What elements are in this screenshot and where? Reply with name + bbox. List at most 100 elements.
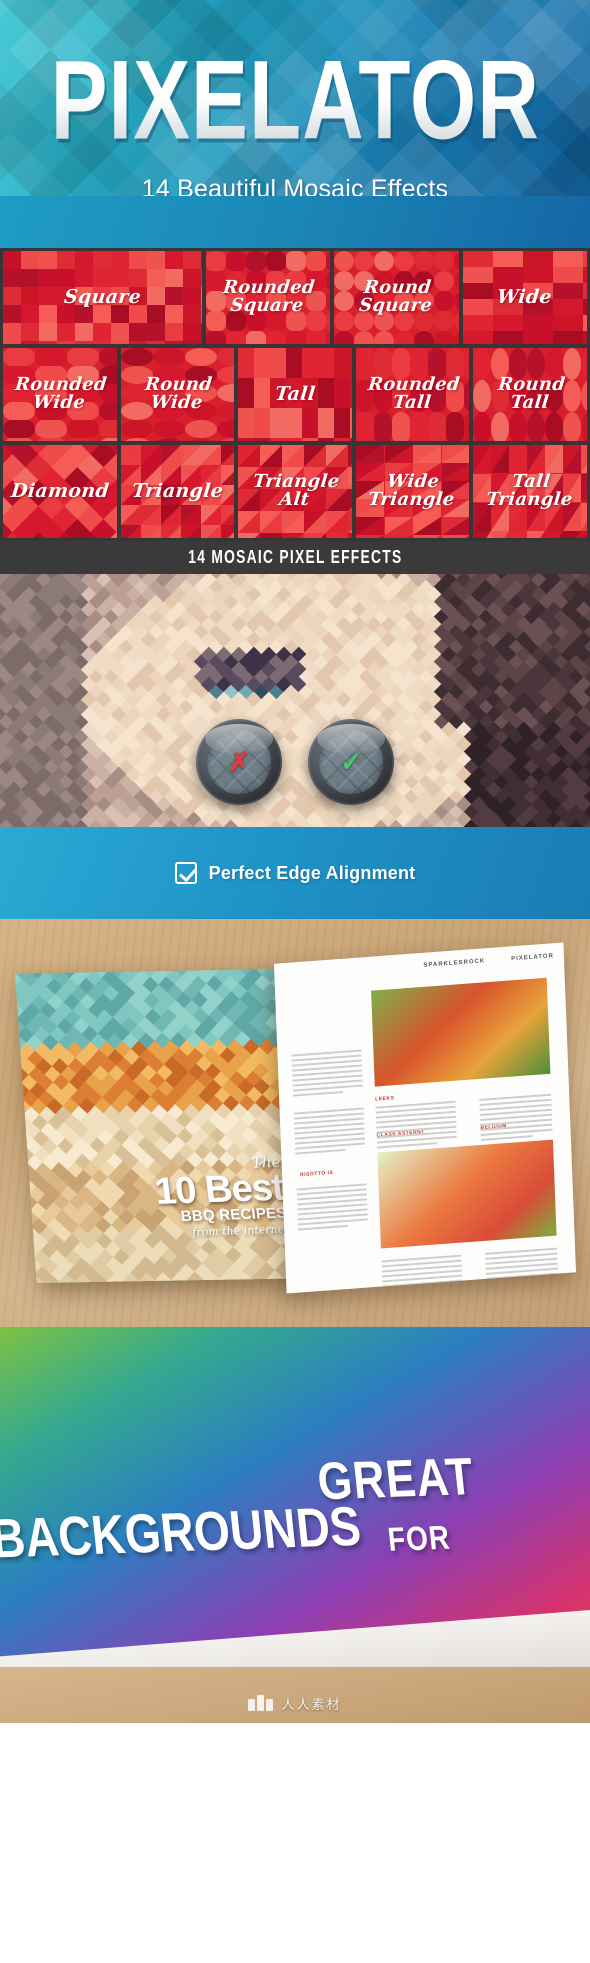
effect-tile-round-wide[interactable]: Round Wide: [120, 348, 235, 441]
mosaic-cell: [522, 251, 553, 267]
mosaic-cell: [354, 251, 375, 271]
backgrounds-mockup: GREAT FOR BACKGROUNDS 人人素材: [0, 1327, 590, 1723]
mosaic-cell: [147, 323, 165, 341]
mosaic-cell: [462, 283, 493, 299]
body-text-line: [295, 1148, 346, 1155]
mosaic-cell: [552, 315, 583, 331]
mosaic-cell: [35, 438, 67, 441]
portrait-preview: ✗ ✓: [0, 574, 590, 827]
magazine-running-head: SPARKLESROCK PIXELATOR: [423, 953, 554, 969]
mosaic-cell: [147, 269, 165, 287]
magnifier-bad[interactable]: ✗: [196, 719, 282, 805]
mosaic-cell: [165, 287, 183, 305]
effect-tile-wide[interactable]: Wide: [462, 251, 588, 344]
mosaic-cell: [3, 341, 21, 344]
check-icon: ✓: [340, 747, 362, 777]
mosaic-cell: [147, 287, 165, 305]
mosaic-cell: [39, 287, 57, 305]
watermark-text: 人人素材: [281, 1697, 342, 1712]
mosaic-cell: [201, 341, 203, 344]
mosaic-cell: [582, 315, 588, 331]
mosaic-cell: [563, 412, 582, 441]
promo-graphic: PIXELATOR 14 Beautiful Mosaic Effects Sq…: [0, 0, 590, 1963]
mosaic-cell: [3, 305, 21, 323]
effect-tile-label: Rounded Tall: [366, 374, 461, 414]
mosaic-cell: [582, 267, 588, 283]
mosaic-cell: [260, 511, 283, 533]
mosaic-cell: [282, 511, 305, 533]
mosaic-cell: [180, 505, 201, 525]
mosaic-cell: [120, 348, 153, 366]
mosaic-cell: [282, 445, 305, 467]
mosaic-cell: [473, 412, 492, 441]
effect-tile-triangle-alt[interactable]: Triangle Alt: [238, 445, 352, 538]
mosaic-cell: [67, 438, 99, 441]
mosaic-cell: [216, 366, 235, 384]
mosaic-cell: [304, 533, 327, 538]
mosaic-cell: [246, 251, 267, 271]
mosaic-cell: [545, 445, 564, 473]
mosaic-cell: [326, 251, 331, 271]
effect-tile-triangle[interactable]: Triangle: [120, 445, 235, 538]
mosaic-cell: [384, 535, 413, 538]
mosaic-cell: [581, 412, 587, 441]
effect-tile-wide-triangle[interactable]: Wide Triangle: [355, 445, 470, 538]
mosaic-cell: [462, 331, 493, 344]
magnifier-good[interactable]: ✓: [308, 719, 394, 805]
effect-tile-round-tall[interactable]: Round Tall: [473, 348, 587, 441]
mosaic-cell: [93, 341, 111, 344]
mosaic-cell: [454, 331, 459, 344]
effect-tile-tall[interactable]: Tall: [238, 348, 352, 441]
header-section: PIXELATOR 14 Beautiful Mosaic Effects: [0, 0, 590, 248]
effects-grid: Square Rounded Square Round Square Wide Rounde…: [0, 248, 590, 541]
mosaic-cell: [270, 408, 287, 438]
mosaic-cell: [445, 412, 464, 441]
mosaic-cell: [552, 331, 583, 344]
effects-grid-row: Square Rounded Square Round Square Wide: [3, 251, 588, 344]
effect-tile-rounded-tall[interactable]: Rounded Tall: [355, 348, 470, 441]
mosaic-cell: [120, 445, 141, 465]
mosaic-cell: [582, 299, 588, 315]
mosaic-cell: [238, 348, 255, 378]
mosaic-cell: [414, 251, 435, 271]
article-kicker-4: RISOTTO IS: [299, 1169, 334, 1179]
mosaic-cell: [3, 420, 35, 438]
body-text-line: [377, 1142, 438, 1149]
mosaic-cell: [334, 251, 355, 271]
mosaic-cell: [334, 348, 351, 378]
mosaic-cell: [140, 525, 161, 538]
effect-tile-label: Diamond: [9, 479, 111, 502]
mosaic-cell: [326, 291, 331, 311]
mosaic-cell: [200, 505, 221, 525]
mosaic-cell: [373, 412, 392, 441]
mosaic-cell: [413, 445, 442, 463]
effect-tile-tall-triangle[interactable]: Tall Triangle: [473, 445, 587, 538]
body-text-line: [293, 1090, 343, 1097]
mosaic-cell: [509, 412, 528, 441]
mosaic-cell: [57, 323, 75, 341]
mosaic-cell: [354, 331, 375, 344]
effect-tile-square[interactable]: Square: [3, 251, 203, 344]
mosaic-cell: [473, 531, 492, 538]
mosaic-cell: [165, 269, 183, 287]
mosaic-cell: [350, 438, 352, 441]
effects-grid-row: Rounded Wide Round Wide Tall Rounded Tall Round…: [3, 348, 587, 441]
effect-tile-rounded-wide[interactable]: Rounded Wide: [3, 348, 117, 441]
effect-tile-diamond[interactable]: Diamond: [3, 445, 117, 538]
header-bottom-strip: [0, 196, 590, 248]
mosaic-cell: [183, 323, 201, 341]
mosaic-cell: [180, 525, 201, 538]
mosaic-cell: [238, 511, 261, 533]
mosaic-cell: [67, 420, 99, 438]
mosaic-cell: [75, 251, 93, 269]
mosaic-cell: [286, 331, 307, 344]
mosaic-cell: [35, 420, 67, 438]
mosaic-cell: [206, 251, 227, 271]
effect-tile-rounded-square[interactable]: Rounded Square: [206, 251, 331, 344]
mosaic-cell: [302, 438, 319, 441]
mosaic-cell: [129, 269, 147, 287]
mosaic-cell: [35, 348, 67, 366]
effect-tile-label: Wide: [496, 285, 554, 308]
mosaic-cell: [334, 408, 351, 438]
effect-tile-round-square[interactable]: Round Square: [334, 251, 459, 344]
